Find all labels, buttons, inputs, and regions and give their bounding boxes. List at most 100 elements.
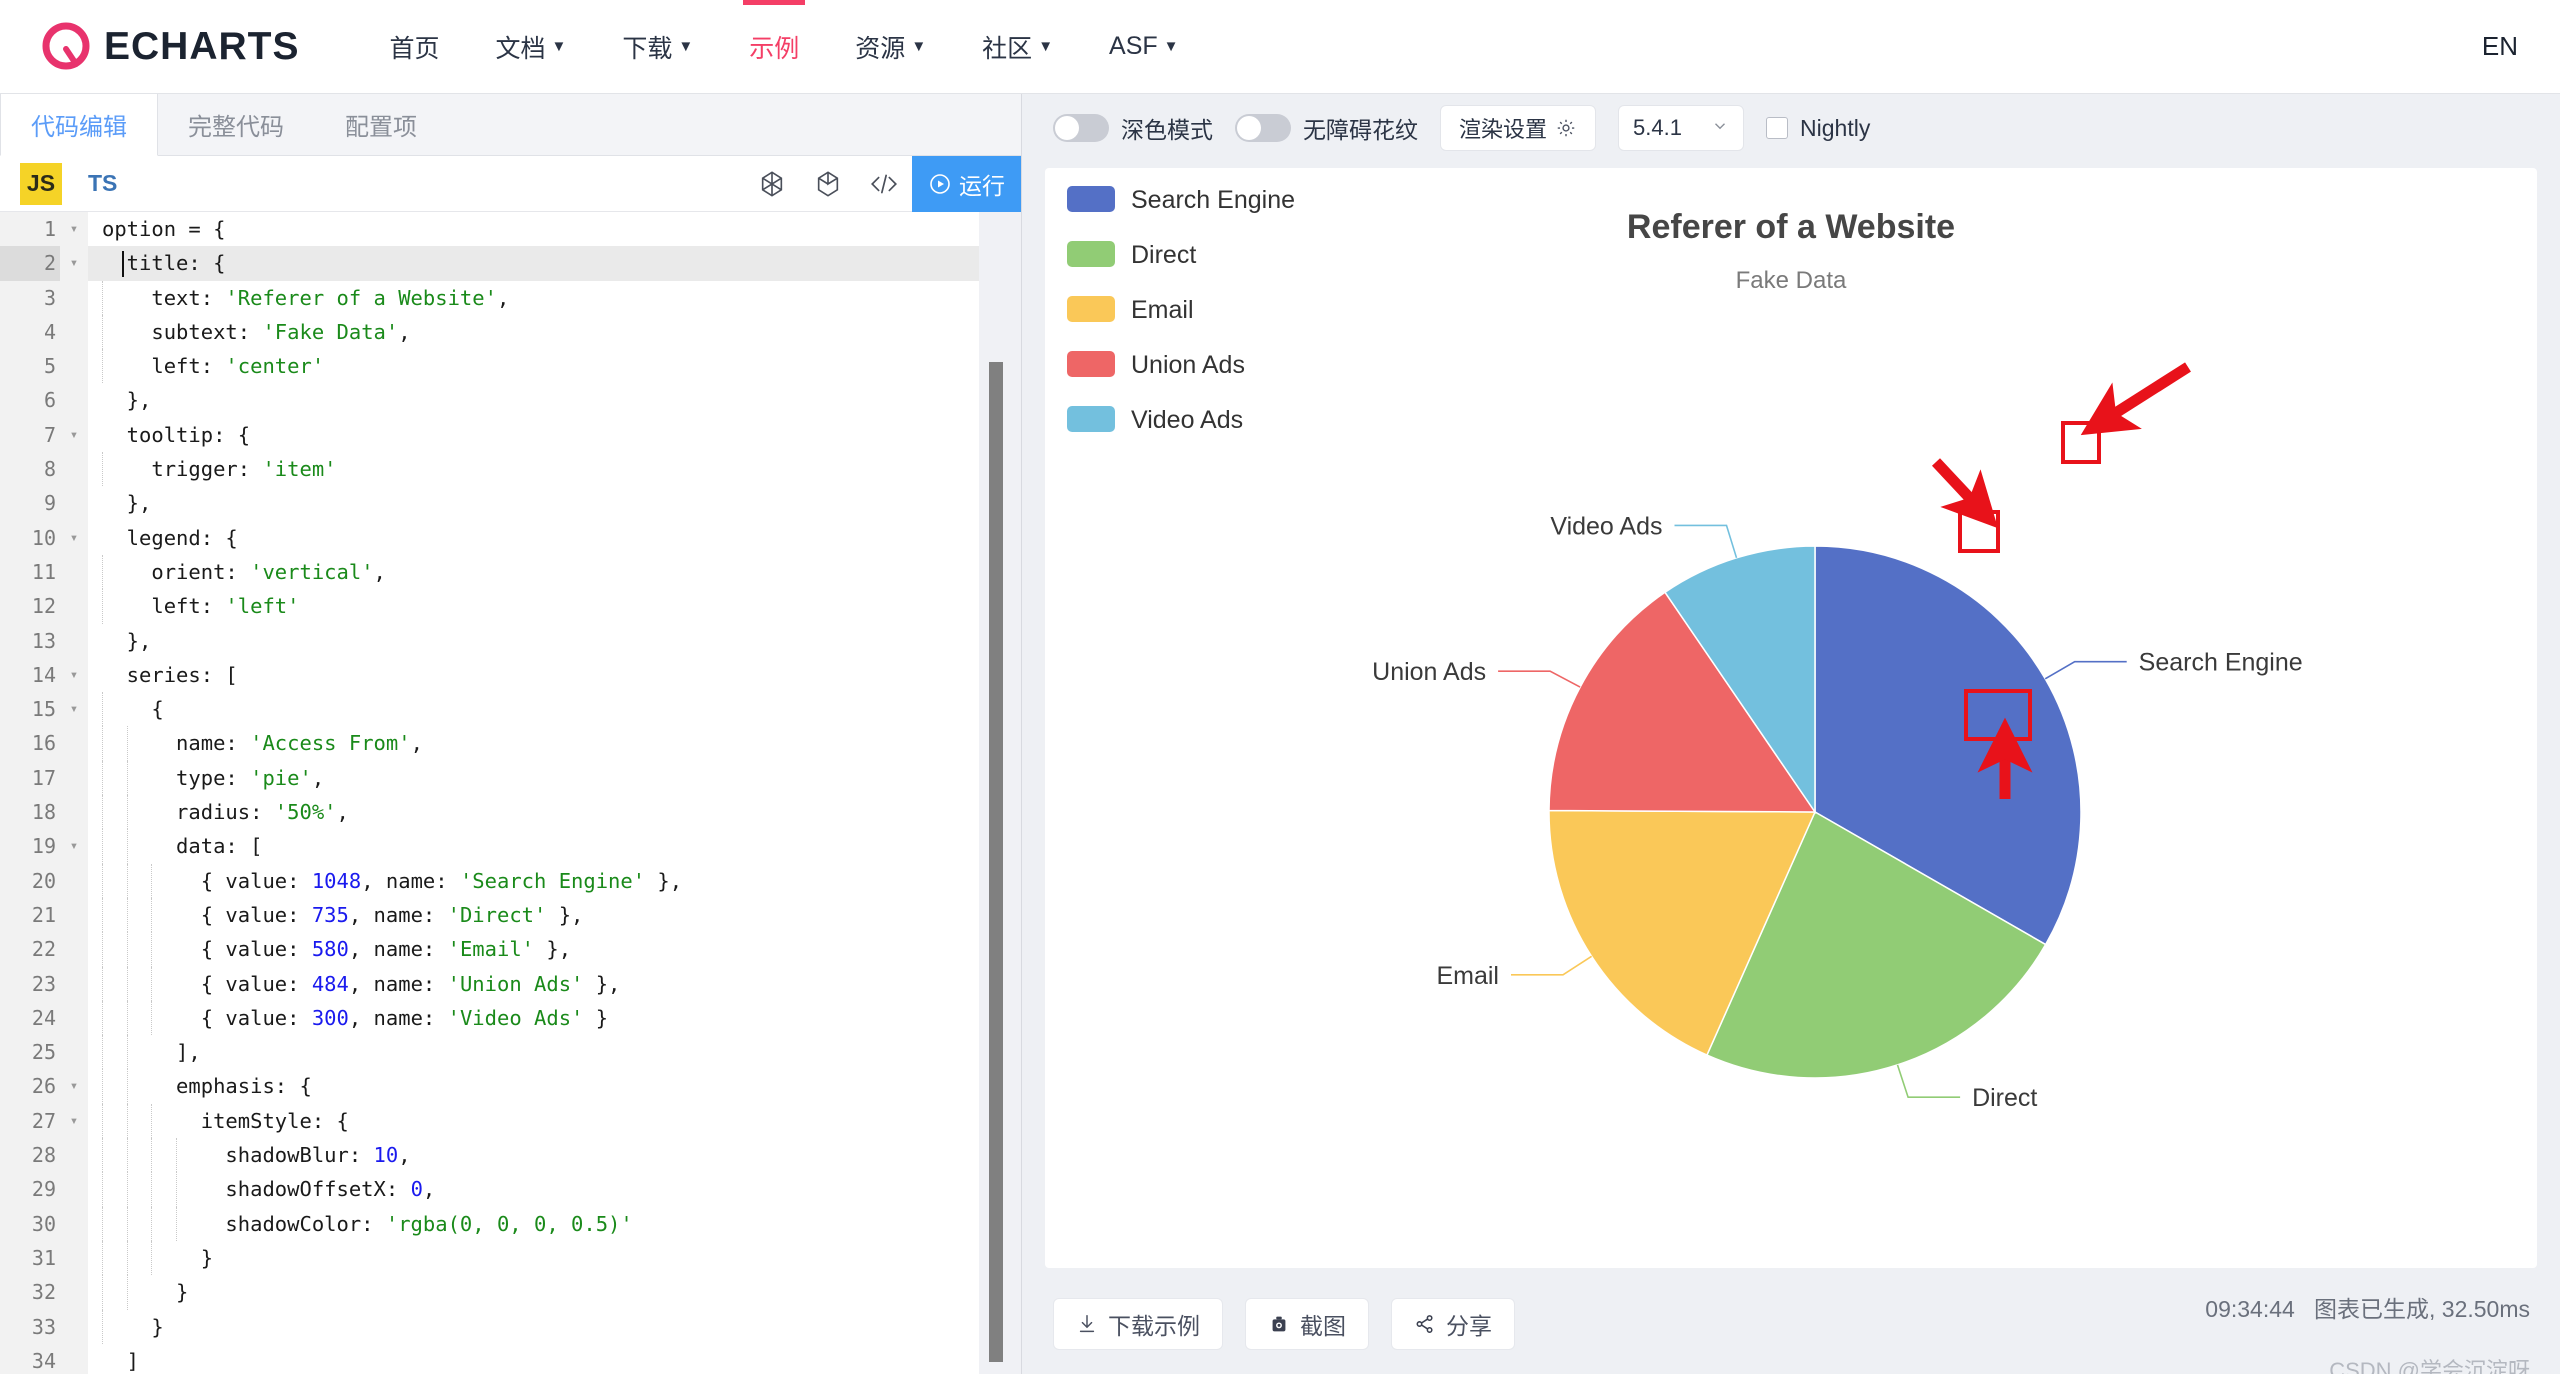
- legend-item-0[interactable]: Search Engine: [1067, 186, 1295, 214]
- fold-toggle-icon[interactable]: ▾: [60, 1103, 88, 1139]
- fold-spacer: [60, 795, 88, 830]
- package-icon[interactable]: [800, 156, 856, 212]
- code-line[interactable]: 22 { value: 580, name: 'Email' },: [0, 932, 1021, 967]
- code-text: ]: [102, 1348, 140, 1373]
- line-number: 3: [0, 280, 60, 315]
- legend-item-4[interactable]: Video Ads: [1067, 406, 1243, 434]
- fold-toggle-icon[interactable]: ▾: [60, 692, 88, 727]
- code-line[interactable]: 28 shadowBlur: 10,: [0, 1138, 1021, 1173]
- language-switcher[interactable]: EN: [2482, 31, 2518, 62]
- pie-chart-svg[interactable]: Referer of a Website Fake Data Search En…: [1045, 168, 2537, 1268]
- nav-item-1[interactable]: 文档 ▼: [468, 0, 595, 94]
- dark-mode-label: 深色模式: [1121, 117, 1213, 143]
- fold-toggle-icon[interactable]: ▾: [60, 417, 88, 453]
- code-line[interactable]: 29 shadowOffsetX: 0,: [0, 1172, 1021, 1207]
- code-line[interactable]: 21 { value: 735, name: 'Direct' },: [0, 897, 1021, 933]
- code-lines[interactable]: 1 ▾ option = {2 ▾ title: {3 text: 'Referer …: [0, 212, 1021, 1374]
- code-line[interactable]: 10 ▾ legend: {: [0, 520, 1021, 555]
- nav-item-4[interactable]: 资源 ▼: [827, 0, 954, 94]
- sandbox-icon[interactable]: [744, 156, 800, 212]
- code-line[interactable]: 31 }: [0, 1240, 1021, 1276]
- nav-item-0[interactable]: 首页: [362, 0, 468, 94]
- code-line[interactable]: 24 { value: 300, name: 'Video Ads' }: [0, 1000, 1021, 1036]
- code-line[interactable]: 34 ]: [0, 1343, 1021, 1374]
- code-line[interactable]: 11 orient: 'vertical',: [0, 554, 1021, 590]
- indent-guide: [102, 863, 103, 898]
- code-line[interactable]: 23 { value: 484, name: 'Union Ads' },: [0, 966, 1021, 1001]
- nav-item-label: 资源: [855, 34, 906, 63]
- nav-item-6[interactable]: ASF ▼: [1081, 0, 1206, 94]
- share-button[interactable]: 分享: [1391, 1298, 1515, 1350]
- code-line[interactable]: 16 name: 'Access From',: [0, 726, 1021, 761]
- fold-toggle-icon[interactable]: ▾: [60, 657, 88, 693]
- indent-guide: [126, 760, 128, 796]
- code-text: type: 'pie',: [102, 765, 325, 790]
- language-js-button[interactable]: JS: [20, 162, 62, 205]
- fold-toggle-icon[interactable]: ▾: [60, 212, 88, 247]
- fold-spacer: [60, 1035, 88, 1070]
- legend-item-3[interactable]: Union Ads: [1067, 351, 1245, 379]
- code-line[interactable]: 25 ],: [0, 1035, 1021, 1070]
- fold-toggle-icon[interactable]: ▾: [60, 1069, 88, 1104]
- nav-item-3[interactable]: 示例: [721, 0, 827, 94]
- render-settings-button[interactable]: 渲染设置: [1440, 105, 1597, 151]
- code-line[interactable]: 20 { value: 1048, name: 'Search Engine' …: [0, 863, 1021, 898]
- code-area[interactable]: 1 ▾ option = {2 ▾ title: {3 text: 'Referer …: [0, 212, 1021, 1374]
- accessible-pattern-toggle[interactable]: [1235, 114, 1291, 142]
- fold-spacer: [60, 1000, 88, 1036]
- line-number: 29: [0, 1172, 60, 1207]
- pie-label-text: Union Ads: [1372, 658, 1486, 686]
- editor-scrollbar-thumb[interactable]: [989, 362, 1003, 1362]
- version-select[interactable]: 5.4.1: [1618, 105, 1745, 151]
- code-line[interactable]: 9 },: [0, 486, 1021, 521]
- code-line[interactable]: 5 left: 'center': [0, 349, 1021, 384]
- legend-item-1[interactable]: Direct: [1067, 241, 1196, 269]
- code-line[interactable]: 33 }: [0, 1309, 1021, 1344]
- code-line[interactable]: 6 },: [0, 383, 1021, 418]
- editor-scroll-track[interactable]: [979, 212, 1021, 1374]
- video-ads-arrow: [2080, 362, 2191, 436]
- download-example-button[interactable]: 下载示例: [1053, 1298, 1223, 1350]
- code-line[interactable]: 4 subtext: 'Fake Data',: [0, 314, 1021, 350]
- code-line[interactable]: 18 radius: '50%',: [0, 795, 1021, 830]
- legend-item-2[interactable]: Email: [1067, 296, 1194, 324]
- code-line[interactable]: 15 ▾ {: [0, 692, 1021, 727]
- code-line[interactable]: 8 trigger: 'item': [0, 452, 1021, 487]
- code-line[interactable]: 14 ▾ series: [: [0, 657, 1021, 693]
- line-number: 19: [0, 829, 60, 864]
- code-line[interactable]: 19 ▾ data: [: [0, 829, 1021, 864]
- code-line[interactable]: 30 shadowColor: 'rgba(0, 0, 0, 0.5)': [0, 1206, 1021, 1241]
- line-number: 26: [0, 1069, 60, 1104]
- chart-legend[interactable]: Search Engine Direct Email Union Ads Video A…: [1067, 186, 1295, 434]
- code-line[interactable]: 12 left: 'left': [0, 589, 1021, 624]
- nav-item-2[interactable]: 下载 ▼: [594, 0, 721, 94]
- code-line[interactable]: 2 ▾ title: {: [0, 246, 1021, 281]
- nightly-checkbox[interactable]: [1766, 117, 1789, 139]
- chart-canvas-card[interactable]: Referer of a Website Fake Data Search En…: [1045, 168, 2537, 1268]
- code-line[interactable]: 7 ▾ tooltip: {: [0, 417, 1021, 453]
- brand-text: ECHARTS: [104, 24, 300, 68]
- code-brackets-icon[interactable]: [856, 156, 912, 212]
- code-line[interactable]: 32 }: [0, 1275, 1021, 1310]
- code-line[interactable]: 13 },: [0, 623, 1021, 658]
- code-line[interactable]: 3 text: 'Referer of a Website',: [0, 280, 1021, 315]
- fold-toggle-icon[interactable]: ▾: [60, 246, 88, 281]
- fold-toggle-icon[interactable]: ▾: [60, 829, 88, 864]
- dark-mode-toggle[interactable]: [1053, 114, 1109, 142]
- code-line[interactable]: 17 type: 'pie',: [0, 760, 1021, 796]
- editor-tab-2[interactable]: 配置项: [315, 94, 448, 155]
- echarts-logo[interactable]: ECHARTS: [38, 19, 300, 75]
- language-ts-button[interactable]: TS: [88, 170, 117, 197]
- run-button[interactable]: 运行: [912, 155, 1021, 212]
- indent-guide: [102, 589, 103, 624]
- nav-item-5[interactable]: 社区 ▼: [954, 0, 1081, 94]
- screenshot-button[interactable]: 截图: [1245, 1298, 1369, 1350]
- fold-toggle-icon[interactable]: ▾: [60, 520, 88, 555]
- editor-tab-0[interactable]: 代码编辑: [0, 94, 158, 156]
- code-line[interactable]: 27 ▾ itemStyle: {: [0, 1103, 1021, 1139]
- code-line[interactable]: 26 ▾ emphasis: {: [0, 1069, 1021, 1104]
- code-line[interactable]: 1 ▾ option = {: [0, 212, 1021, 247]
- nightly-checkbox-wrap[interactable]: Nightly: [1766, 115, 1870, 142]
- editor-tab-1[interactable]: 完整代码: [158, 94, 315, 155]
- pie-slices[interactable]: [1548, 545, 2082, 1079]
